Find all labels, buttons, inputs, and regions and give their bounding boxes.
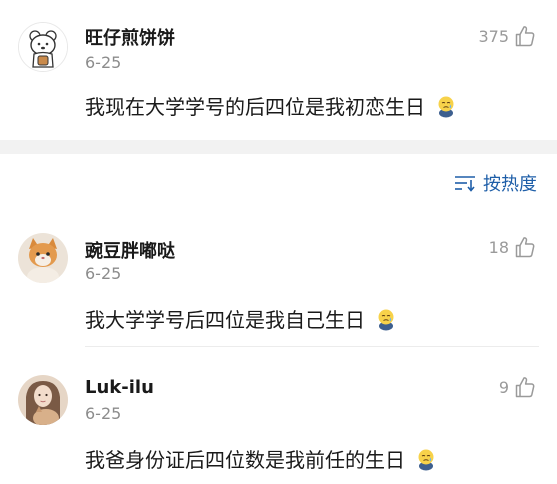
comment-item-3: Luk-ilu 6-25 9 我爸身份证后四位数是我前任的生日 <box>0 355 557 484</box>
sort-by-hot-button[interactable]: 按热度 <box>454 170 537 196</box>
thumbs-up-icon <box>515 376 535 398</box>
avatar[interactable] <box>18 22 68 72</box>
crying-face-emoji-icon <box>434 94 458 118</box>
sort-label: 按热度 <box>483 174 537 195</box>
cat-avatar-icon <box>18 233 68 283</box>
like-count: 18 <box>488 237 509 257</box>
sort-lines-icon <box>454 174 476 192</box>
comment-item-2: 豌豆胖嘟哒 6-25 18 我大学学号后四位是我自己生日 <box>0 215 557 345</box>
thumbs-up-icon <box>515 236 535 258</box>
comment-date: 6-25 <box>85 404 122 423</box>
comment-item-1: 旺仔煎饼饼 6-25 375 我现在大学学号的后四位是我初恋生日 <box>0 0 557 140</box>
comment-text-row: 我现在大学学号的后四位是我初恋生日 <box>85 91 458 120</box>
comment-date: 6-25 <box>85 53 122 72</box>
username[interactable]: Luk-ilu <box>85 377 154 398</box>
like-count: 9 <box>498 377 509 397</box>
crying-face-emoji-icon <box>374 307 398 331</box>
bear-avatar-icon <box>19 23 67 71</box>
comment-text: 我大学学号后四位是我自己生日 <box>85 308 365 332</box>
username[interactable]: 旺仔煎饼饼 <box>85 24 175 50</box>
username[interactable]: 豌豆胖嘟哒 <box>85 237 175 263</box>
section-separator <box>0 140 557 154</box>
avatar[interactable] <box>18 375 68 425</box>
like-button[interactable]: 18 <box>489 235 535 259</box>
crying-face-emoji-icon <box>414 447 438 471</box>
comment-text-row: 我爸身份证后四位数是我前任的生日 <box>85 444 438 473</box>
comment-text: 我现在大学学号的后四位是我初恋生日 <box>85 95 425 119</box>
like-button[interactable]: 375 <box>478 24 535 48</box>
girl-with-cat-avatar-icon <box>18 375 68 425</box>
thumbs-up-icon <box>515 25 535 47</box>
like-count: 375 <box>478 26 509 46</box>
comment-text: 我爸身份证后四位数是我前任的生日 <box>85 448 405 472</box>
comment-text-row: 我大学学号后四位是我自己生日 <box>85 304 398 333</box>
avatar[interactable] <box>18 233 68 283</box>
comment-date: 6-25 <box>85 264 122 283</box>
comment-divider <box>85 346 539 347</box>
like-button[interactable]: 9 <box>499 375 535 399</box>
